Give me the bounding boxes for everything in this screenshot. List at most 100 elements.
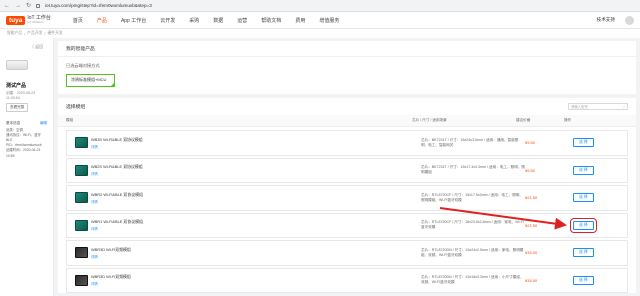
module-spec: 芯片：RTL8720CF / 尺寸：18x23.5x2.8mm / 适用：家电、… [421,220,524,230]
menu-item[interactable]: 数据 [213,17,223,24]
module-cell: WBR2 Wi-Fi&BLE 双协议模组 详情 [75,192,421,204]
module-name: WB3S Wi-Fi&BLE 双协议模组 [91,136,143,142]
back-arrow-icon[interactable]: ← [4,3,10,9]
table-header: 模组 芯片 / 尺寸 / 适用场景 建议价格 操作 [58,115,636,127]
menu-item[interactable]: 云开发 [160,17,175,24]
module-row: WB3S Wi-Fi&BLE 双协议模组 详情 芯片：BK7231T / 尺寸：… [66,130,628,156]
module-name: WB2S Wi-Fi&BLE 双协议模组 [91,164,143,170]
info-protocol: 通讯协议：Wi-Fi、蓝牙BLE [6,133,42,143]
menu-item[interactable]: 采购 [189,17,199,24]
forward-arrow-icon[interactable]: → [15,3,21,9]
module-row: WB2S Wi-Fi&BLE 双协议模组 详情 芯片：BK7231T / 尺寸：… [66,157,628,183]
module-price: ¥34.00 [525,277,538,283]
user-avatar[interactable] [625,15,634,25]
module-price: ¥9.50 [525,167,536,173]
module-image [75,274,88,286]
panel-title: 我的智能产品 [58,41,636,57]
module-select-panel: 选择模组 请输入型号 ⌕ 模组 芯片 / 尺寸 / 适用场景 建议价格 操作 W… [58,98,636,293]
module-cell: WB2S Wi-Fi&BLE 双协议模组 详情 [75,164,421,176]
select-module-button[interactable]: 选 择 [573,193,594,203]
module-spec: 芯片：RTL8720DN / 尺寸：16x24x2.5mm / 适用：家电、照明… [421,247,524,257]
module-price: ¥9.50 [525,140,536,146]
module-detail-link[interactable]: 详情 [91,281,131,286]
lock-icon [36,3,41,8]
menu-item[interactable]: 增值服务 [319,17,339,24]
module-image [75,247,88,259]
module-image [75,219,88,231]
module-list: WB3S Wi-Fi&BLE 双协议模组 详情 芯片：BK7231T / 尺寸：… [58,127,636,293]
select-module-button[interactable]: 选 择 [573,275,594,285]
breadcrumb-item-hardware: 硬件开发 [47,31,63,35]
col-spec: 芯片 / 尺寸 / 适用场景 [412,118,447,122]
module-price: ¥34.00 [525,250,538,256]
select-module-button[interactable]: 选 择 [573,165,594,175]
module-image [75,192,88,204]
basic-info-title: 基本信息 [6,121,21,125]
module-spec: 芯片：BK7231T / 尺寸：16x24x3.5mm / 适用：通用、智能照明… [421,137,519,147]
product-name: 测试产品 [6,83,27,89]
module-price: ¥21.50 [525,222,538,228]
top-navigation: tuya IoT 工作台 IoT Platform 首页 产品 App 工作台 云开发… [0,12,640,29]
search-icon: ⌕ [623,104,625,109]
select-module-button[interactable]: 选 择 [573,248,594,258]
module-detail-link[interactable]: 详情 [91,254,131,259]
module-spec: 芯片：RTL8720CF / 尺寸：15x17.5x3mm / 适用：电工、照明… [421,192,523,202]
module-row: WBR3D Wi-Fi双频模组 详情 芯片：RTL8720DN / 尺寸：16x… [66,240,628,266]
product-image [6,60,28,70]
menu-item[interactable]: App 工作台 [121,17,146,24]
module-image [75,164,88,176]
logo-mark: tuya [6,15,26,25]
selected-check-icon [110,82,116,87]
menu-item[interactable]: 首页 [73,17,83,24]
breadcrumb: 智能产品 / 产品开发 / 硬件开发 [0,29,640,38]
module-image [75,137,88,149]
menu-item[interactable]: 帮助文档 [261,17,281,24]
select-module-button[interactable]: 选 择 [573,138,594,148]
main-content: 我的智能产品 已选云端对接方式 涂鸦标准模组+MCU 选择模组 请输入型号 ⌕ … [54,38,640,296]
module-cell: WBR3D Wi-Fi双频模组 详情 [75,274,421,286]
breadcrumb-item-products[interactable]: 智能产品 [7,31,22,36]
module-detail-link[interactable]: 详情 [91,144,143,149]
module-detail-link[interactable]: 详情 [91,226,143,231]
module-cell: WBR1 Wi-Fi&BLE 双协议模组 详情 [75,219,421,231]
module-detail-link[interactable]: 详情 [91,171,143,176]
reload-icon[interactable]: ↻ [26,3,31,9]
select-module-button[interactable]: 选 择 [570,217,597,233]
selected-method-chip[interactable]: 涂鸦标准模组+MCU [66,74,116,87]
menu-item[interactable]: 运营 [237,17,247,24]
module-spec: 芯片：RTL8720DN / 尺寸：15x18x3.3mm / 适用：小尺寸模组… [421,275,524,285]
info-created-time: 创建时间：2020-06-23 10:59 [6,148,41,158]
menu-item[interactable]: 产品 [97,17,107,24]
module-cell: WB3S Wi-Fi&BLE 双协议模组 详情 [75,137,421,149]
col-action: 操作 [564,118,572,122]
product-created: 创建：2020-06-23 11:03:54 [6,91,36,100]
module-name: WBR3D Wi-Fi双频模组 [91,246,131,252]
main-menu: 首页 产品 App 工作台 云开发 采购 数据 运营 帮助文档 费用 增值服务 [73,17,339,24]
col-price: 建议价格 [516,118,531,122]
module-row: WBR1 Wi-Fi&BLE 双协议模组 详情 芯片：RTL8720CF / 尺… [66,212,628,238]
module-row: WBR2 Wi-Fi&BLE 双协议模组 详情 芯片：RTL8720CF / 尺… [66,185,628,211]
breadcrumb-item-dev[interactable]: 产品开发 [27,31,42,36]
module-name: WBR2 Wi-Fi&BLE 双协议模组 [91,191,143,197]
smart-product-panel: 我的智能产品 已选云端对接方式 涂鸦标准模组+MCU [58,41,636,94]
menu-item[interactable]: 费用 [295,17,305,24]
col-module: 模组 [66,118,74,122]
module-name: WBR3D Wi-Fi双频模组 [91,274,131,280]
module-detail-link[interactable]: 详情 [91,199,143,204]
product-sidebar: 〈 返回 测试产品 创建：2020-06-23 11:03:54 查看完整 基本… [0,38,54,296]
module-row: WBR3D Wi-Fi双频模组 详情 芯片：RTL8720DN / 尺寸：15x… [66,267,628,293]
edit-link[interactable]: 编辑 [40,121,47,126]
back-link[interactable]: 〈 返回 [30,44,47,50]
browser-toolbar: ← → ↻ iot.tuya.com/pmg/step?id=rfem0wxml… [0,0,640,12]
module-cell: WBR3D Wi-Fi双频模组 详情 [75,247,421,259]
basic-info-header: 基本信息 编辑 [6,121,47,126]
module-search-input[interactable]: 请输入型号 ⌕ [568,103,628,110]
view-complete-button[interactable]: 查看完整 [6,103,29,112]
module-price: ¥21.50 [525,195,538,201]
logo-text: IoT 工作台 IoT Platform [27,14,51,25]
module-name: WBR1 Wi-Fi&BLE 双协议模组 [91,219,143,225]
tuya-logo[interactable]: tuya IoT 工作台 IoT Platform [6,14,51,25]
tech-support-link[interactable]: 技术支持 [597,17,615,23]
address-bar[interactable]: iot.tuya.com/pmg/step?id=rfem0wxmlumuxb&… [45,3,152,8]
select-module-title: 选择模组 [66,105,86,110]
